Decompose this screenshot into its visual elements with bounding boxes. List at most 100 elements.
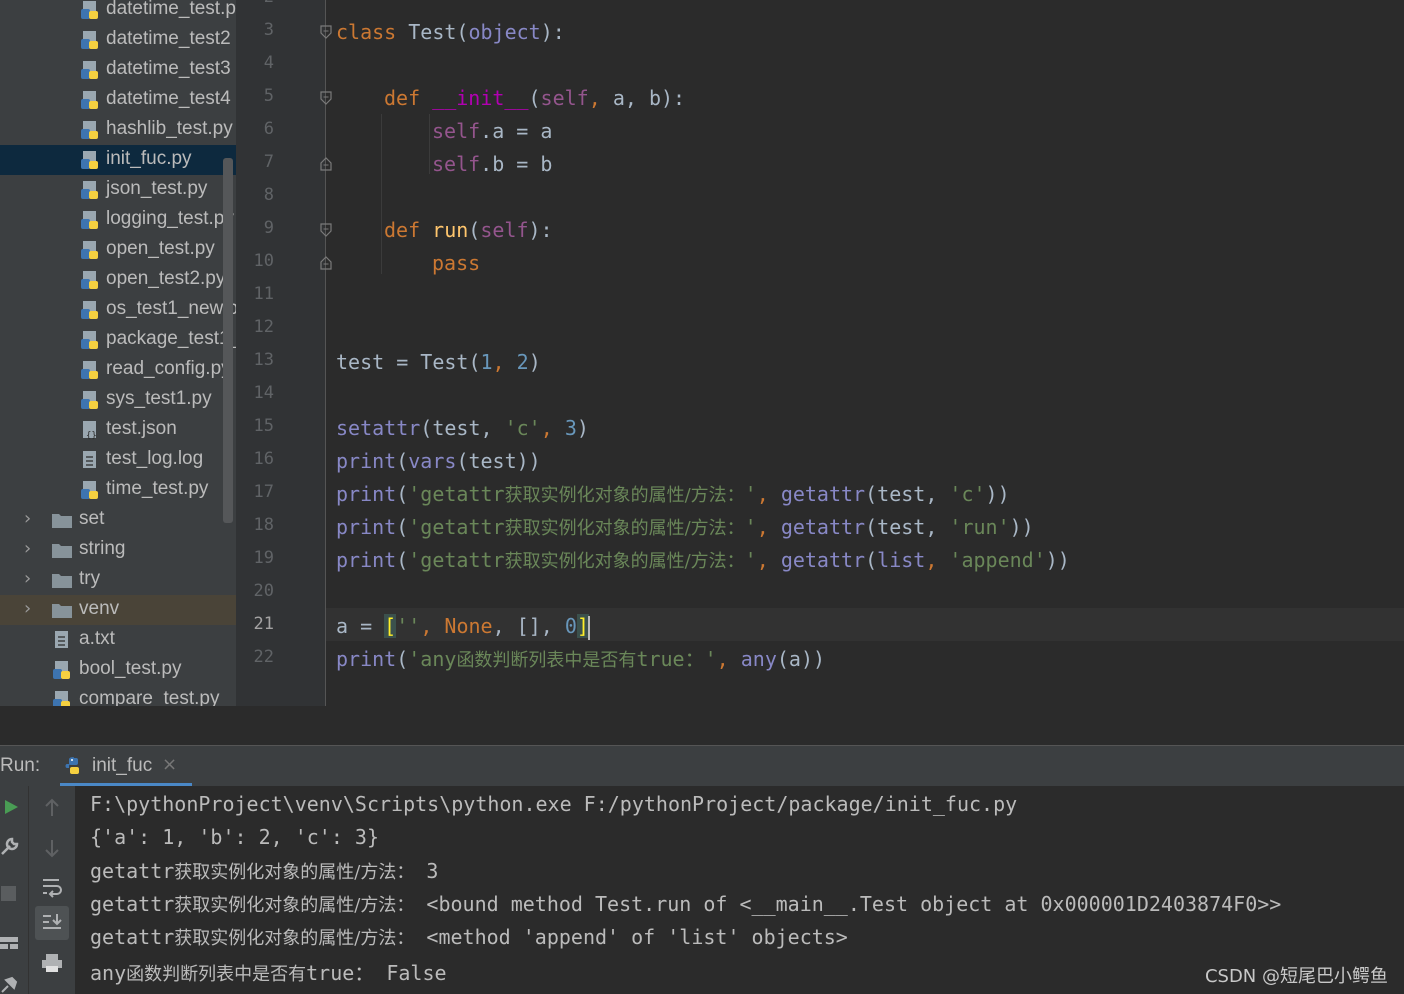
tree-item[interactable]: hashlib_test.py bbox=[0, 115, 236, 145]
text-file-icon bbox=[55, 631, 68, 648]
fold-end-icon[interactable] bbox=[320, 256, 332, 270]
code-line-3: class Test(object): bbox=[336, 20, 565, 44]
python-file-icon bbox=[81, 241, 98, 259]
line-number: 18 bbox=[253, 515, 274, 535]
fold-marker-icon[interactable] bbox=[320, 223, 332, 237]
line-number: 22 bbox=[253, 647, 274, 667]
chevron-right-icon[interactable]: › bbox=[24, 568, 31, 589]
scroll-to-end-toggle[interactable] bbox=[35, 906, 69, 940]
text-file-icon bbox=[83, 451, 96, 468]
tree-item[interactable]: › try bbox=[0, 565, 236, 595]
up-arrow-icon[interactable] bbox=[43, 798, 61, 818]
tree-item-label: datetime_test3 bbox=[106, 58, 231, 79]
tree-item-label: test.json bbox=[106, 418, 177, 439]
line-number: 13 bbox=[253, 350, 274, 370]
tree-item[interactable]: sys_test1.py bbox=[0, 385, 236, 415]
tree-item-label: try bbox=[79, 568, 101, 589]
tree-item[interactable]: › string bbox=[0, 535, 236, 565]
folder-icon bbox=[52, 544, 72, 558]
tree-item[interactable]: test_log.log bbox=[0, 445, 236, 475]
code-editor[interactable]: 2 3 4 5 6 7 8 9 10 11 12 13 14 15 16 17 18 19 20 21 22 class… bbox=[236, 0, 1404, 706]
folder-icon bbox=[52, 604, 72, 618]
wrench-icon[interactable] bbox=[0, 836, 20, 856]
tree-item-label: a.txt bbox=[79, 628, 115, 649]
fold-marker-icon[interactable] bbox=[320, 91, 332, 105]
tree-item-label: datetime_test2 bbox=[106, 28, 231, 49]
tree-item-label: datetime_test4 bbox=[106, 88, 231, 109]
tree-item-label: set bbox=[79, 508, 105, 529]
run-icon[interactable] bbox=[2, 798, 20, 816]
tree-item[interactable]: init_fuc.py bbox=[0, 145, 236, 175]
tree-item[interactable]: › venv bbox=[0, 595, 236, 625]
tree-item[interactable]: logging_test.py bbox=[0, 205, 236, 235]
tree-item[interactable]: open_test.py bbox=[0, 235, 236, 265]
tree-item[interactable]: › set bbox=[0, 505, 236, 535]
down-arrow-icon[interactable] bbox=[43, 838, 61, 858]
line-number: 6 bbox=[263, 119, 274, 139]
tree-item[interactable]: read_config.py bbox=[0, 355, 236, 385]
line-number: 3 bbox=[263, 20, 274, 40]
tree-item[interactable]: datetime_test4 bbox=[0, 85, 236, 115]
tree-item[interactable]: open_test2.py bbox=[0, 265, 236, 295]
tree-item[interactable]: a.txt bbox=[0, 625, 236, 655]
tree-item[interactable]: datetime_test3 bbox=[0, 55, 236, 85]
soft-wrap-icon[interactable] bbox=[41, 876, 63, 898]
scroll-to-end-icon bbox=[43, 914, 62, 929]
svg-text:{}: {} bbox=[86, 431, 97, 440]
line-number: 2 bbox=[236, 0, 274, 7]
run-tab-init-fuc[interactable]: init_fuc × bbox=[60, 746, 192, 786]
code-line-9: def run(self): bbox=[384, 218, 553, 242]
tree-item[interactable]: bool_test.py bbox=[0, 655, 236, 685]
python-file-icon bbox=[81, 151, 98, 169]
tree-item[interactable]: package_test1_ bbox=[0, 325, 236, 355]
line-number: 17 bbox=[253, 482, 274, 502]
tree-item-label: os_test1_new.p bbox=[106, 298, 236, 319]
text-caret bbox=[587, 615, 590, 640]
line-number: 5 bbox=[263, 86, 274, 106]
pin-icon[interactable] bbox=[0, 976, 20, 994]
code-line-19: print('getattr获取实例化对象的属性/方法：', getattr(l… bbox=[336, 548, 1070, 572]
line-number: 11 bbox=[253, 284, 274, 304]
console-line-1: F:\pythonProject\venv\Scripts\python.exe… bbox=[90, 792, 1018, 816]
chevron-right-icon[interactable]: › bbox=[24, 508, 31, 529]
code-line-22: print('any函数判断列表中是否有true：', any(a)) bbox=[336, 647, 826, 671]
stop-icon[interactable] bbox=[0, 884, 18, 902]
chevron-right-icon[interactable]: › bbox=[24, 538, 31, 559]
tree-item[interactable]: json_test.py bbox=[0, 175, 236, 205]
sidebar-scrollbar[interactable] bbox=[223, 158, 233, 523]
code-line-17: print('getattr获取实例化对象的属性/方法：', getattr(t… bbox=[336, 482, 1010, 506]
tree-item[interactable]: datetime_test2 bbox=[0, 25, 236, 55]
watermark: CSDN @短尾巴小鳄鱼 bbox=[1204, 966, 1388, 987]
layout-icon[interactable] bbox=[0, 934, 20, 954]
code-line-7: self.b = b bbox=[432, 152, 553, 176]
python-file-icon bbox=[81, 481, 98, 499]
tree-item-label: read_config.py bbox=[106, 358, 231, 379]
print-icon[interactable] bbox=[41, 952, 63, 974]
python-file-icon bbox=[81, 271, 98, 289]
project-tree: datetime_test.p datetime_test2 datetime_te… bbox=[0, 0, 236, 742]
code-line-6: self.a = a bbox=[432, 119, 553, 143]
tree-item[interactable]: datetime_test.p bbox=[0, 0, 236, 25]
run-tab-label: init_fuc bbox=[92, 755, 153, 776]
tree-item-label: datetime_test.p bbox=[106, 0, 236, 19]
close-icon[interactable]: × bbox=[162, 754, 177, 775]
chevron-right-icon[interactable]: › bbox=[24, 598, 31, 619]
tree-item-label: time_test.py bbox=[106, 478, 209, 499]
fold-end-icon[interactable] bbox=[320, 157, 332, 171]
run-toolbar-primary bbox=[0, 786, 28, 994]
tree-item-label: string bbox=[79, 538, 126, 559]
python-file-icon bbox=[53, 661, 70, 679]
folder-icon bbox=[52, 514, 72, 528]
python-file-icon bbox=[81, 1, 98, 19]
python-file-icon bbox=[81, 91, 98, 109]
fold-marker-icon[interactable] bbox=[320, 25, 332, 39]
console-line-5: getattr获取实例化对象的属性/方法： <method 'append' o… bbox=[90, 925, 848, 949]
python-file-icon bbox=[81, 31, 98, 49]
tree-item-label: venv bbox=[79, 598, 120, 619]
tree-item[interactable]: {} test.json bbox=[0, 415, 236, 445]
line-number: 9 bbox=[263, 218, 274, 238]
line-number: 15 bbox=[253, 416, 274, 436]
tree-item[interactable]: time_test.py bbox=[0, 475, 236, 505]
run-toolbar-secondary bbox=[28, 786, 75, 994]
tree-item[interactable]: os_test1_new.p bbox=[0, 295, 236, 325]
